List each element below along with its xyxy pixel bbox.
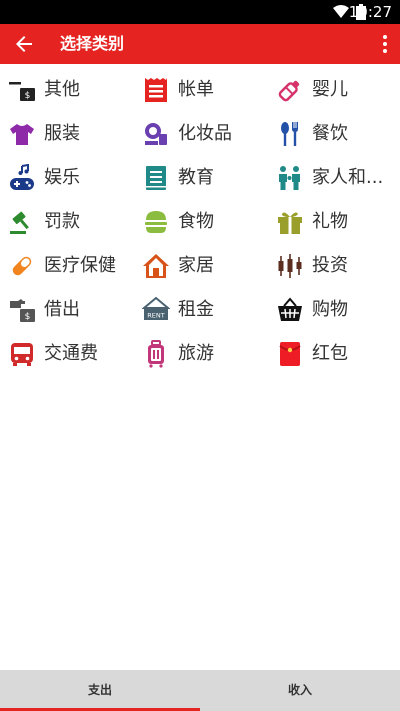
category-bill[interactable]: 帐单 [142, 68, 266, 112]
wifi-icon [333, 5, 349, 18]
category-label: 罚款 [44, 211, 80, 232]
category-label: 化妆品 [178, 123, 232, 144]
category-label: 其他 [44, 79, 80, 100]
category-cosmetics[interactable]: 化妆品 [142, 112, 266, 156]
baby-bottle-icon [278, 80, 300, 102]
category-baby[interactable]: 婴儿 [276, 68, 396, 112]
category-travel[interactable]: 旅游 [142, 332, 266, 376]
shopping-icon [278, 297, 302, 321]
entertainment-icon [10, 164, 34, 190]
page-title: 选择类别 [60, 34, 125, 53]
more-options-icon[interactable] [382, 34, 388, 54]
category-shopping[interactable]: 购物 [276, 288, 396, 332]
education-icon [146, 166, 166, 190]
category-investment[interactable]: 投资 [276, 244, 396, 288]
svg-text:$: $ [25, 91, 31, 101]
tab-income-label: 收入 [287, 683, 312, 697]
lend-icon: $ [10, 299, 35, 322]
category-red-envelope[interactable]: 红包 [276, 332, 396, 376]
app-bar: 选择类别 [0, 24, 400, 64]
svg-text:$: $ [25, 312, 31, 322]
tab-expense-label: 支出 [87, 683, 112, 697]
tab-income[interactable]: 收入 [200, 670, 400, 711]
category-family[interactable]: 家人和... [276, 156, 396, 200]
category-label: 教育 [178, 167, 214, 188]
investment-icon [278, 254, 302, 278]
back-arrow-icon[interactable] [12, 32, 36, 56]
home-icon [143, 254, 169, 278]
category-label: 租金 [178, 299, 214, 320]
gift-icon [278, 212, 302, 234]
category-label: 服装 [44, 123, 80, 144]
category-other[interactable]: $ 其他 [8, 68, 132, 112]
category-dining[interactable]: 餐饮 [276, 112, 396, 156]
category-label: 家人和... [312, 167, 384, 188]
category-label: 旅游 [178, 343, 214, 364]
status-time: 10:27 [348, 3, 392, 21]
rent-icon: RENT [142, 296, 170, 320]
transport-icon [11, 343, 33, 366]
svg-text:RENT: RENT [147, 312, 164, 320]
category-label: 婴儿 [312, 79, 348, 100]
category-label: 购物 [312, 299, 348, 320]
other-icon: $ [9, 82, 35, 101]
travel-icon [148, 340, 164, 368]
category-gift[interactable]: 礼物 [276, 200, 396, 244]
cosmetics-icon [145, 123, 167, 145]
bottom-tab-bar: 支出 收入 [0, 670, 400, 711]
category-education[interactable]: 教育 [142, 156, 266, 200]
red-envelope-icon [279, 342, 301, 366]
category-home[interactable]: 家居 [142, 244, 266, 288]
bill-icon [145, 78, 167, 102]
category-label: 娱乐 [44, 167, 80, 188]
status-bar: 10:27 [0, 0, 400, 24]
healthcare-icon [12, 256, 32, 276]
category-label: 帐单 [178, 79, 214, 100]
category-healthcare[interactable]: 医疗保健 [8, 244, 132, 288]
fine-icon [10, 211, 29, 234]
category-label: 食物 [178, 211, 214, 232]
category-rent[interactable]: RENT 租金 [142, 288, 266, 332]
food-icon [145, 211, 167, 233]
category-entertainment[interactable]: 娱乐 [8, 156, 132, 200]
clothing-icon [10, 124, 34, 145]
category-label: 交通费 [44, 343, 98, 364]
category-label: 医疗保健 [44, 255, 116, 276]
tab-expense[interactable]: 支出 [0, 670, 200, 711]
category-food[interactable]: 食物 [142, 200, 266, 244]
category-label: 红包 [312, 343, 348, 364]
category-label: 礼物 [312, 211, 348, 232]
category-label: 投资 [312, 255, 348, 276]
family-icon [279, 166, 300, 190]
category-label: 借出 [44, 299, 80, 320]
category-clothing[interactable]: 服装 [8, 112, 132, 156]
category-transport[interactable]: 交通费 [8, 332, 132, 376]
category-label: 餐饮 [312, 123, 348, 144]
category-label: 家居 [178, 255, 214, 276]
category-fine[interactable]: 罚款 [8, 200, 132, 244]
dining-icon [281, 122, 298, 146]
category-lend[interactable]: $ 借出 [8, 288, 132, 332]
